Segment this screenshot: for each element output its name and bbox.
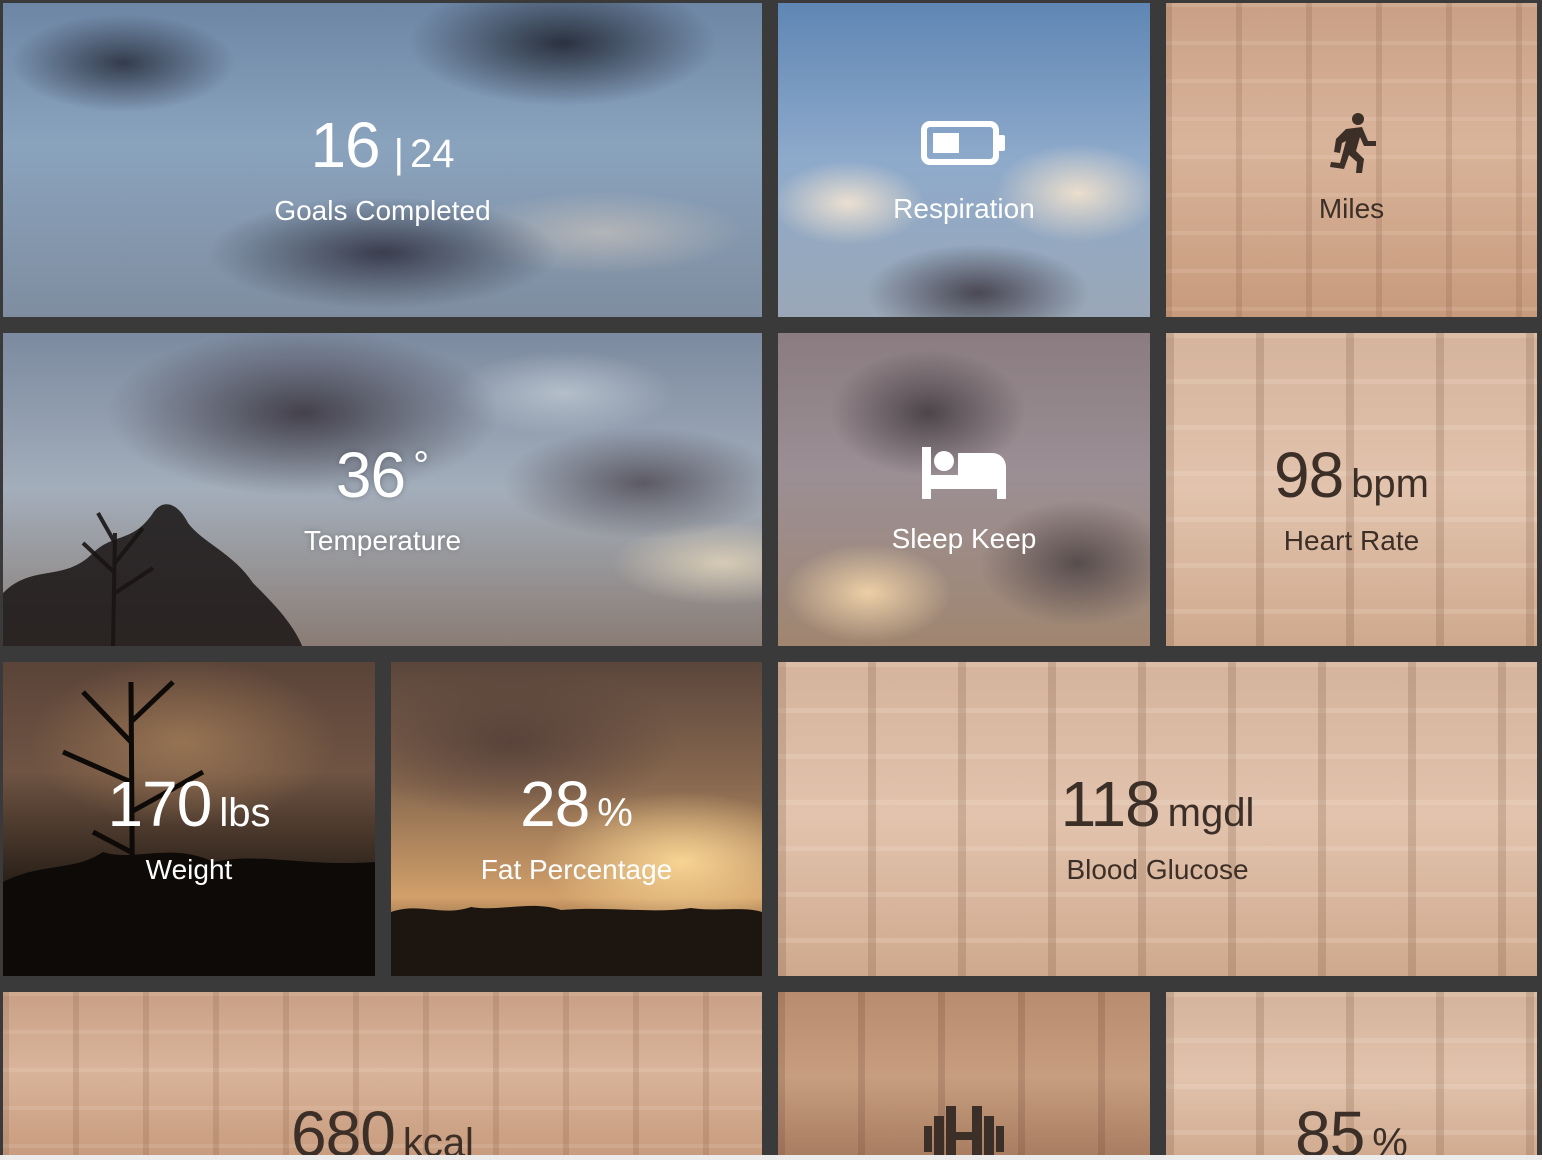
tile-percent[interactable]: 85% bbox=[1166, 992, 1537, 1155]
battery-icon bbox=[778, 111, 1150, 175]
fat-value: 28 bbox=[520, 768, 590, 840]
goals-label: Goals Completed bbox=[274, 195, 491, 226]
temperature-metric: 36 ° bbox=[3, 443, 762, 507]
weight-unit: lbs bbox=[219, 791, 271, 835]
tile-calories[interactable]: 680 kcal bbox=[3, 992, 762, 1155]
weight-metric: 170 lbs bbox=[3, 772, 375, 836]
weight-label: Weight bbox=[145, 854, 233, 885]
calories-value: 680 bbox=[291, 1098, 396, 1155]
goals-metric: 16 | 24 bbox=[3, 113, 762, 177]
percent-metric: 85% bbox=[1166, 1102, 1537, 1155]
fat-metric: 28% bbox=[391, 772, 762, 836]
goals-separator: | bbox=[393, 132, 405, 176]
percent-unit: % bbox=[1372, 1121, 1408, 1155]
heart-rate-value: 98 bbox=[1274, 439, 1344, 511]
calories-metric: 680 kcal bbox=[3, 1102, 762, 1155]
percent-value: 85 bbox=[1295, 1098, 1365, 1155]
glucose-metric: 118 mgdl bbox=[778, 772, 1537, 836]
miles-label: Miles bbox=[1318, 193, 1385, 224]
heart-rate-label: Heart Rate bbox=[1283, 525, 1420, 556]
bed-icon bbox=[778, 441, 1150, 505]
goals-total: 24 bbox=[410, 132, 455, 176]
tile-weight[interactable]: 170 lbs Weight bbox=[3, 662, 375, 976]
page-bottom-edge bbox=[0, 1155, 1542, 1160]
temperature-value: 36 bbox=[335, 439, 406, 511]
fat-label: Fat Percentage bbox=[480, 854, 673, 885]
heart-rate-unit: bpm bbox=[1351, 462, 1429, 506]
tile-blood-glucose[interactable]: 118 mgdl Blood Glucose bbox=[778, 662, 1537, 976]
goals-value: 16 bbox=[310, 109, 380, 181]
tile-miles[interactable]: Miles bbox=[1166, 3, 1537, 317]
heart-rate-metric: 98 bpm bbox=[1166, 443, 1537, 507]
fat-unit: % bbox=[597, 791, 633, 835]
tile-sleep-keep[interactable]: Sleep Keep bbox=[778, 333, 1150, 646]
sleep-label: Sleep Keep bbox=[891, 523, 1037, 554]
tile-heart-rate[interactable]: 98 bpm Heart Rate bbox=[1166, 333, 1537, 646]
glucose-value: 118 bbox=[1060, 768, 1161, 840]
tile-goals-completed[interactable]: 16 | 24 Goals Completed bbox=[3, 3, 762, 317]
weight-value: 170 bbox=[107, 768, 213, 840]
tile-workout[interactable] bbox=[778, 992, 1150, 1155]
calories-unit: kcal bbox=[402, 1121, 474, 1155]
glucose-label: Blood Glucose bbox=[1066, 854, 1249, 885]
dumbbell-icon bbox=[778, 1100, 1150, 1155]
temperature-unit: ° bbox=[413, 444, 430, 488]
glucose-unit: mgdl bbox=[1167, 791, 1255, 835]
tile-respiration[interactable]: Respiration bbox=[778, 3, 1150, 317]
tile-temperature[interactable]: 36 ° Temperature bbox=[3, 333, 762, 646]
respiration-label: Respiration bbox=[893, 193, 1035, 224]
dashboard-grid: 16 | 24 Goals Completed Respiration Mile… bbox=[0, 0, 1542, 1155]
temperature-label: Temperature bbox=[303, 525, 462, 556]
tile-fat-percentage[interactable]: 28% Fat Percentage bbox=[391, 662, 762, 976]
running-person-icon bbox=[1166, 111, 1537, 175]
